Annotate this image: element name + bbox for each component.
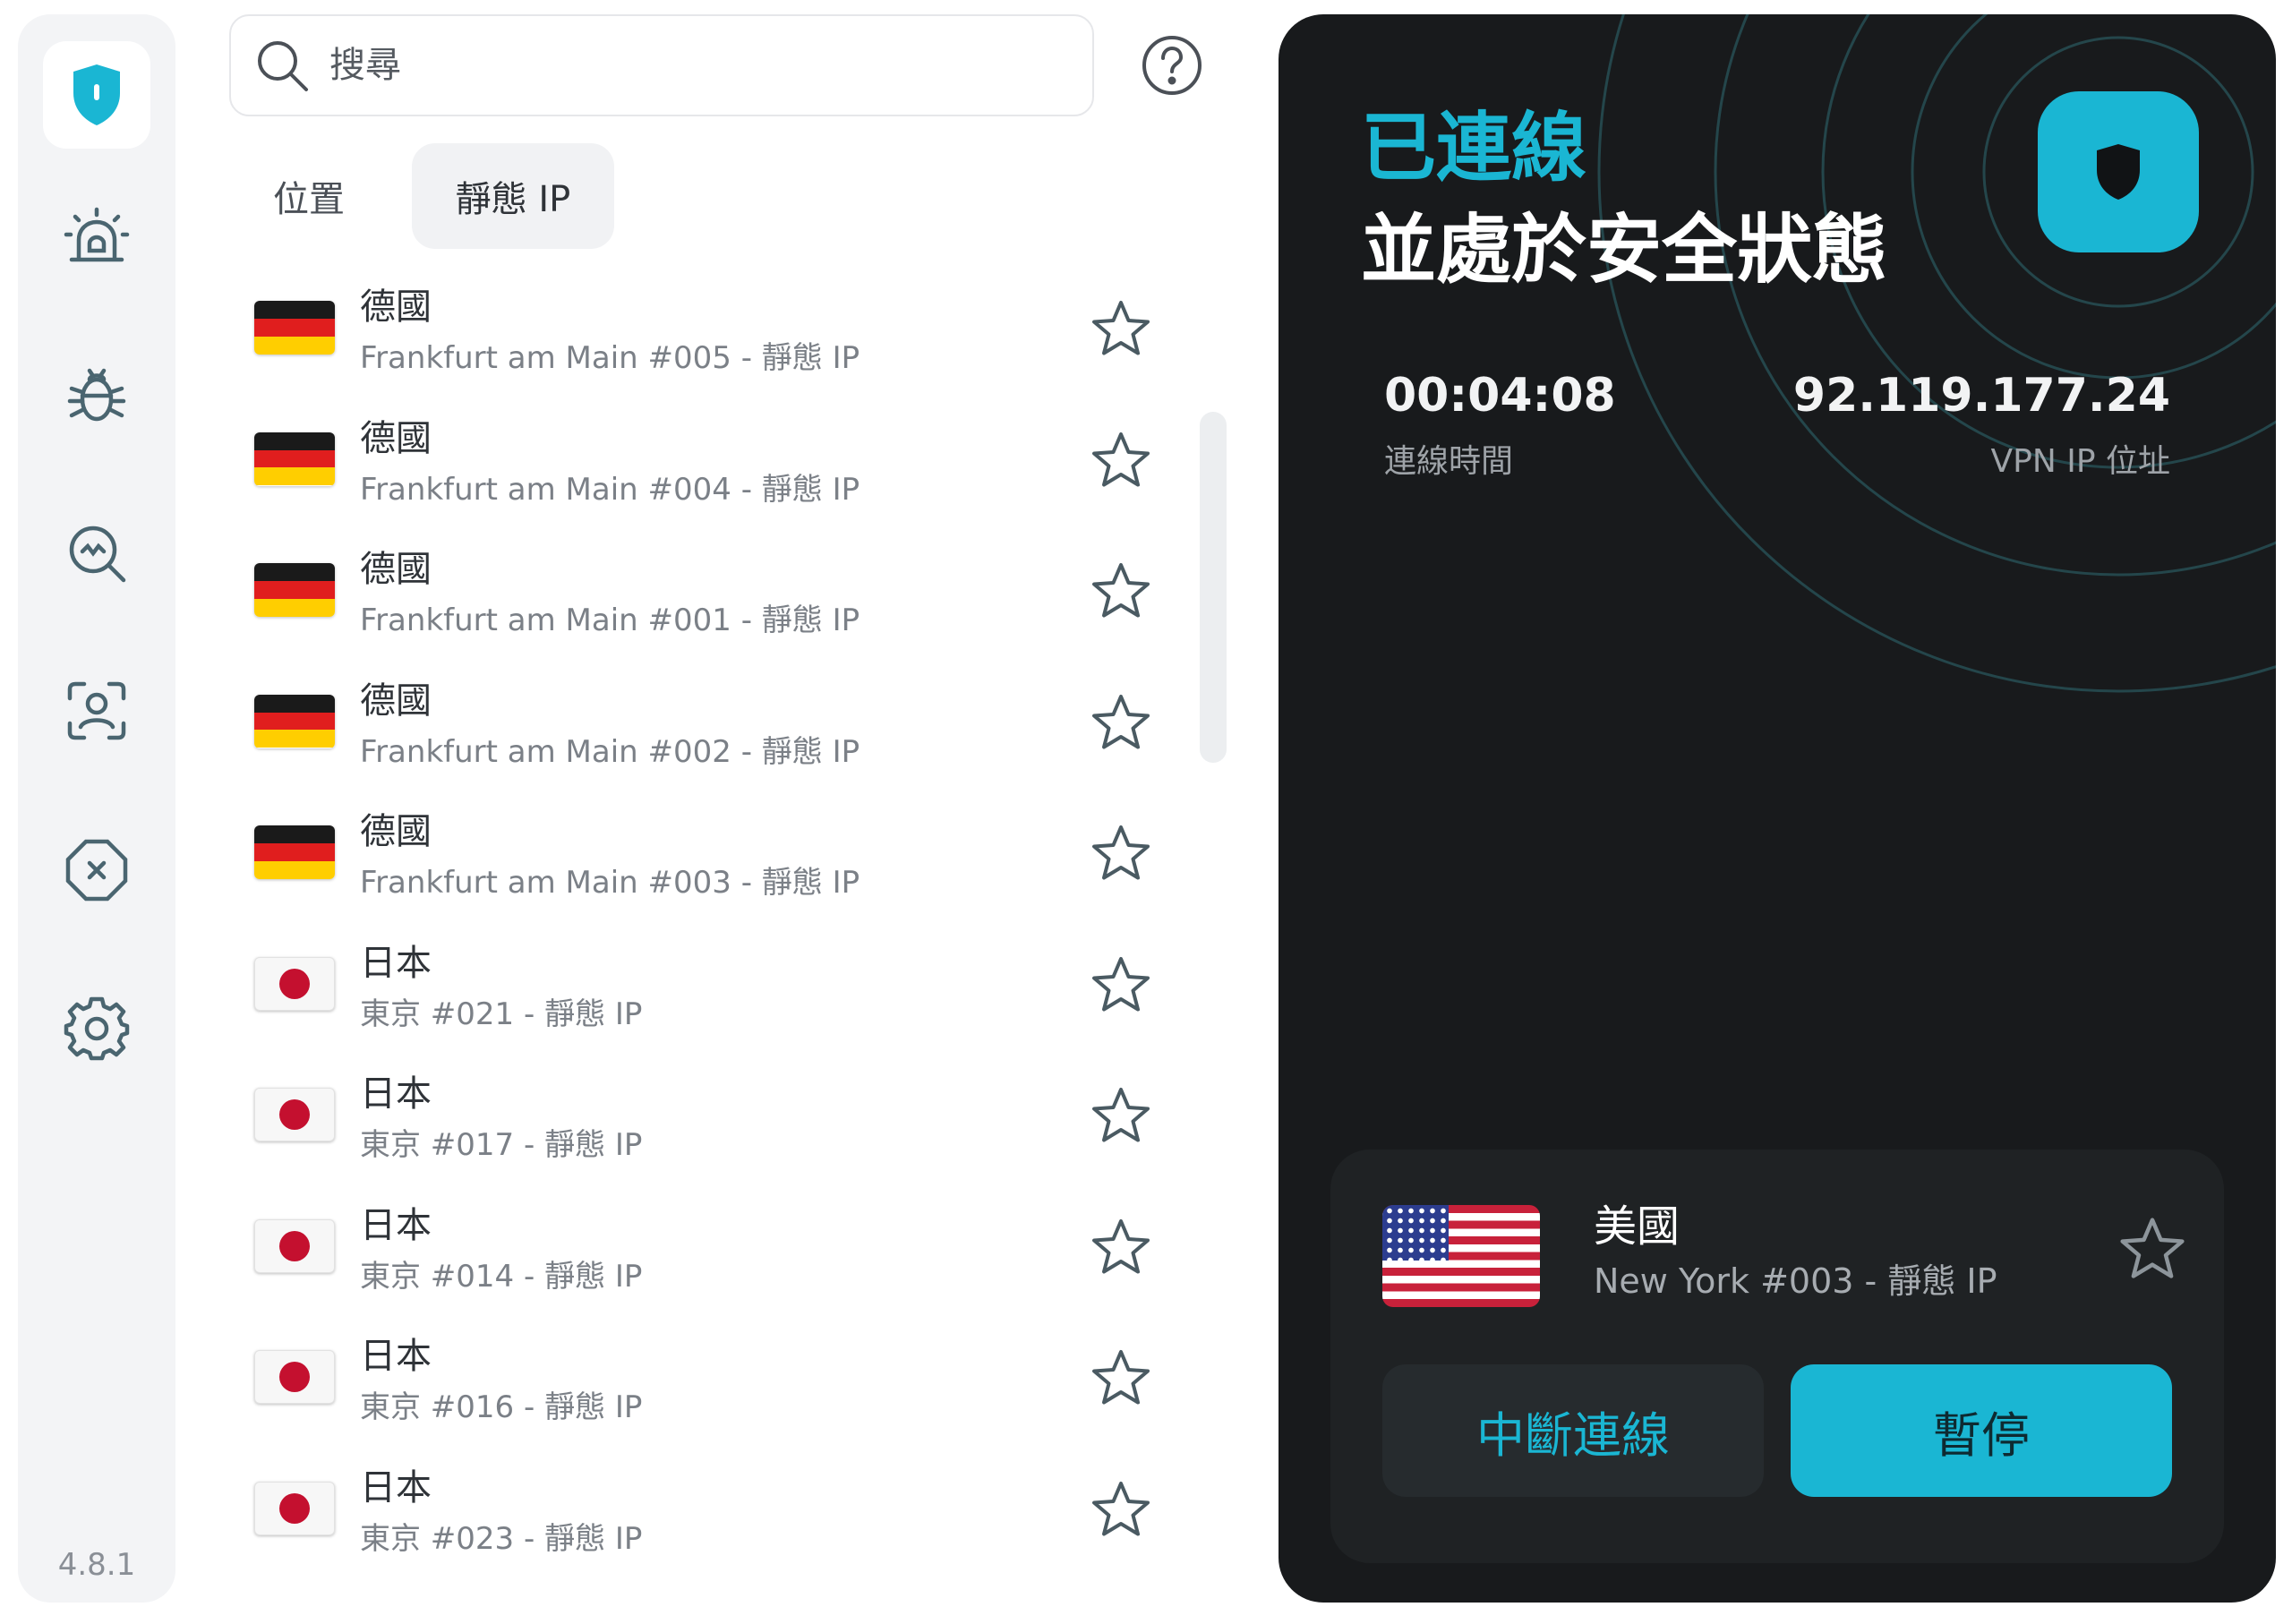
list-scrollbar[interactable] bbox=[1200, 412, 1227, 763]
germany-flag-icon bbox=[254, 301, 335, 355]
search-icon bbox=[258, 41, 308, 91]
face-scan-icon bbox=[67, 681, 126, 740]
germany-flag-icon bbox=[254, 432, 335, 486]
sidebar-item-antivirus[interactable] bbox=[43, 342, 150, 449]
list-item[interactable]: 日本 東京 #017 - 靜態 IP bbox=[229, 1052, 1169, 1184]
server-location: Frankfurt am Main #001 - 靜態 IP bbox=[360, 603, 860, 638]
help-icon[interactable] bbox=[1141, 34, 1203, 97]
server-location: 東京 #021 - 靜態 IP bbox=[360, 996, 643, 1032]
list-item[interactable]: 日本 東京 #014 - 靜態 IP bbox=[229, 1184, 1169, 1315]
server-country: 日本 bbox=[360, 1073, 432, 1115]
star-icon[interactable] bbox=[1089, 691, 1153, 756]
vpn-ip-label: VPN IP 位址 bbox=[1990, 443, 2170, 480]
server-location: 東京 #017 - 靜態 IP bbox=[360, 1127, 643, 1163]
vpn-app-window: 4.8.1 位置 靜態 IP 德國 Frankfurt am Main #005… bbox=[0, 0, 2292, 1624]
connection-time-value: 00:04:08 bbox=[1384, 369, 1616, 423]
server-country: 德國 bbox=[360, 286, 432, 328]
vpn-ip-value: 92.119.177.24 bbox=[1792, 369, 2170, 423]
tab-static-ip[interactable]: 靜態 IP bbox=[412, 143, 614, 249]
germany-flag-icon bbox=[254, 825, 335, 879]
star-icon[interactable] bbox=[1089, 1346, 1153, 1411]
star-icon[interactable] bbox=[1089, 297, 1153, 362]
server-location: Frankfurt am Main #003 - 靜態 IP bbox=[360, 865, 860, 901]
list-item[interactable]: 德國 Frankfurt am Main #003 - 靜態 IP bbox=[229, 790, 1169, 921]
sidebar-item-alerts[interactable] bbox=[43, 184, 150, 292]
connection-status-subtitle: 並處於安全狀態 bbox=[1361, 206, 1888, 294]
japan-flag-icon bbox=[254, 1218, 335, 1273]
star-icon[interactable] bbox=[1089, 429, 1153, 493]
japan-flag-icon bbox=[254, 1350, 335, 1404]
server-location: Frankfurt am Main #002 - 靜態 IP bbox=[360, 733, 860, 770]
server-country: 德國 bbox=[360, 811, 432, 852]
server-location: 東京 #016 - 靜態 IP bbox=[360, 1389, 643, 1425]
germany-flag-icon bbox=[254, 694, 335, 748]
current-server-location: New York #003 - 靜態 IP bbox=[1594, 1261, 1997, 1301]
sidebar-item-identity[interactable] bbox=[43, 657, 150, 765]
search-scan-icon bbox=[69, 526, 126, 583]
star-icon[interactable] bbox=[2117, 1214, 2188, 1286]
shield-icon bbox=[73, 64, 120, 125]
server-list: 德國 Frankfurt am Main #005 - 靜態 IP 德國 Fra… bbox=[229, 265, 1169, 1577]
sidebar-item-settings[interactable] bbox=[43, 974, 150, 1081]
server-country: 日本 bbox=[360, 1204, 432, 1246]
server-country: 德國 bbox=[360, 549, 432, 590]
server-location: Frankfurt am Main #005 - 靜態 IP bbox=[360, 340, 860, 376]
server-country: 日本 bbox=[360, 1466, 432, 1509]
server-location: Frankfurt am Main #004 - 靜態 IP bbox=[360, 471, 860, 508]
germany-flag-icon bbox=[254, 563, 335, 617]
connection-time-label: 連線時間 bbox=[1384, 443, 1514, 480]
connection-panel: 已連線 並處於安全狀態 00:04:08 連線時間 92.119.177.24 … bbox=[1279, 14, 2276, 1603]
server-location: 東京 #023 - 靜態 IP bbox=[360, 1520, 643, 1557]
current-server-country: 美國 bbox=[1594, 1201, 1681, 1252]
bug-icon bbox=[67, 368, 126, 422]
pause-button[interactable]: 暫停 bbox=[1791, 1364, 2172, 1497]
sidebar-item-scan[interactable] bbox=[43, 500, 150, 607]
star-icon[interactable] bbox=[1089, 953, 1153, 1018]
current-server-card: 美國 New York #003 - 靜態 IP 中斷連線 暫停 bbox=[1330, 1150, 2224, 1563]
japan-flag-icon bbox=[254, 956, 335, 1011]
list-item[interactable]: 德國 Frankfurt am Main #005 - 靜態 IP bbox=[229, 265, 1169, 397]
server-country: 日本 bbox=[360, 942, 432, 984]
server-country: 德國 bbox=[360, 417, 432, 459]
star-icon[interactable] bbox=[1089, 1478, 1153, 1543]
sidebar: 4.8.1 bbox=[18, 14, 175, 1603]
list-item[interactable]: 日本 東京 #016 - 靜態 IP bbox=[229, 1314, 1169, 1446]
alarm-icon bbox=[64, 207, 130, 262]
list-item[interactable]: 日本 東京 #021 - 靜態 IP bbox=[229, 921, 1169, 1053]
tab-location[interactable]: 位置 bbox=[242, 143, 376, 249]
connection-status-title: 已連線 bbox=[1361, 104, 1587, 192]
sidebar-item-vpn[interactable] bbox=[43, 41, 150, 149]
search-input[interactable] bbox=[329, 45, 1064, 86]
list-item[interactable]: 德國 Frankfurt am Main #001 - 靜態 IP bbox=[229, 527, 1169, 659]
usa-flag-icon bbox=[1382, 1205, 1540, 1307]
app-version: 4.8.1 bbox=[57, 1547, 136, 1583]
protected-shield bbox=[2038, 91, 2199, 252]
disconnect-button[interactable]: 中斷連線 bbox=[1382, 1364, 1764, 1497]
japan-flag-icon bbox=[254, 1088, 335, 1141]
gear-icon bbox=[64, 996, 130, 1061]
list-item[interactable]: 德國 Frankfurt am Main #004 - 靜態 IP bbox=[229, 397, 1169, 528]
shield-icon bbox=[2097, 144, 2140, 200]
star-icon[interactable] bbox=[1089, 1216, 1153, 1280]
block-icon bbox=[65, 839, 128, 902]
sidebar-item-blocker[interactable] bbox=[43, 816, 150, 924]
server-location: 東京 #014 - 靜態 IP bbox=[360, 1258, 643, 1295]
list-item[interactable]: 日本 東京 #023 - 靜態 IP bbox=[229, 1446, 1169, 1577]
list-item[interactable]: 德國 Frankfurt am Main #002 - 靜態 IP bbox=[229, 659, 1169, 791]
star-icon[interactable] bbox=[1089, 1084, 1153, 1149]
search-box bbox=[229, 14, 1094, 116]
server-country: 德國 bbox=[360, 680, 432, 722]
japan-flag-icon bbox=[254, 1481, 335, 1535]
server-country: 日本 bbox=[360, 1336, 432, 1377]
star-icon[interactable] bbox=[1089, 822, 1153, 886]
star-icon[interactable] bbox=[1089, 560, 1153, 624]
